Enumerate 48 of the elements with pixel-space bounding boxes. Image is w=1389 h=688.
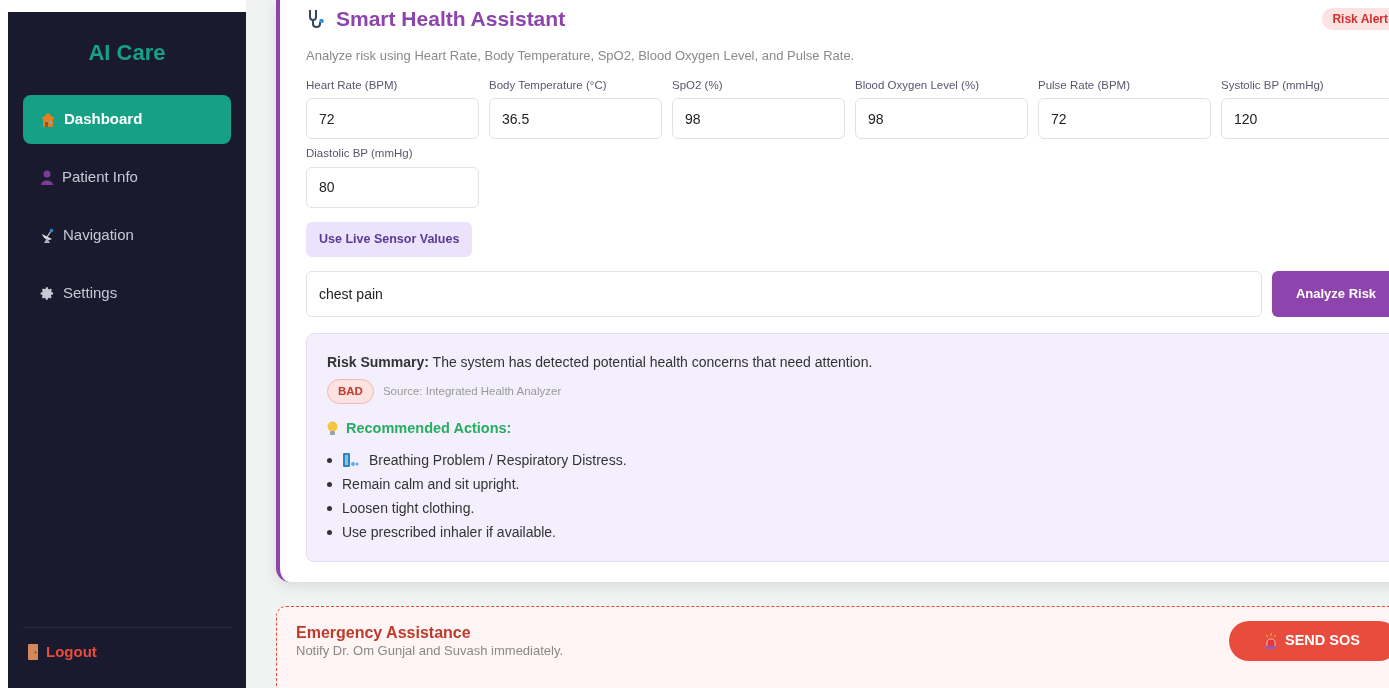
source-text: Source: Integrated Health Analyzer: [382, 383, 562, 399]
risk-summary: Risk Summary: The system has detected potential health concerns that need attention.: [327, 352, 874, 372]
sidebar-item[interactable]: Patient Info: [23, 153, 231, 202]
lightbulb-icon: [327, 421, 338, 437]
card-description: Analyze risk using Heart Rate, Body Temperature, SpO2, Blood Oxygen Level, and Pulse Rate.: [306, 46, 856, 65]
card-title: Smart Health Assistant: [336, 6, 566, 32]
symptoms-input[interactable]: chest pain: [306, 270, 1262, 317]
send-sos-button[interactable]: SEND SOS: [1229, 620, 1389, 661]
vital-input[interactable]: 98: [855, 98, 1028, 140]
gear-icon: [40, 286, 55, 301]
app-logo: AI Care: [87, 39, 167, 67]
breath-icon: [342, 452, 359, 468]
field-label: SpO2 (%): [672, 78, 724, 93]
field-label: Body Temperature (°C): [489, 78, 608, 93]
logout-button[interactable]: Logout: [23, 628, 231, 676]
analyze-risk-button[interactable]: Analyze Risk: [1272, 270, 1389, 317]
person-icon: [40, 170, 54, 185]
live-sensor-button[interactable]: Use Live Sensor Values: [306, 221, 473, 257]
vital-input[interactable]: 36.5: [489, 98, 662, 140]
vital-input[interactable]: 72: [306, 98, 479, 140]
vital-input[interactable]: 80: [306, 166, 479, 208]
actions-heading: Recommended Actions:: [346, 418, 512, 438]
house-icon: [40, 111, 56, 128]
bullet-icon: [327, 481, 332, 487]
status-badge: BAD: [327, 378, 374, 404]
sidebar-item[interactable]: Navigation: [23, 211, 231, 260]
risk-alert-badge: Risk Alert: [1322, 7, 1389, 30]
field-label: Diastolic BP (mmHg): [306, 146, 414, 162]
vital-input[interactable]: 98: [672, 98, 845, 140]
sidebar-item[interactable]: Settings: [23, 269, 231, 318]
bullet-icon: [327, 529, 332, 535]
emergency-title: Emergency Assistance: [296, 622, 472, 643]
bullet-icon: [327, 457, 332, 463]
action-item: Loosen tight clothing.: [342, 498, 475, 518]
action-item: Remain calm and sit upright.: [342, 474, 520, 494]
field-label: Pulse Rate (BPM): [1038, 78, 1132, 93]
siren-icon: [1265, 632, 1277, 649]
action-item: Use prescribed inhaler if available.: [342, 522, 556, 542]
action-item: Breathing Problem / Respiratory Distress.: [369, 450, 627, 470]
field-label: Blood Oxygen Level (%): [855, 78, 980, 93]
vital-input[interactable]: 72: [1038, 98, 1211, 140]
field-label: Heart Rate (BPM): [306, 78, 399, 93]
door-icon: [28, 644, 38, 660]
vital-input[interactable]: 120: [1221, 98, 1389, 140]
satellite-dish-icon: [40, 228, 55, 243]
bullet-icon: [327, 505, 332, 511]
emergency-description: Notify Dr. Om Gunjal and Suvash immediately.: [296, 642, 564, 658]
field-label: Systolic BP (mmHg): [1221, 78, 1325, 93]
